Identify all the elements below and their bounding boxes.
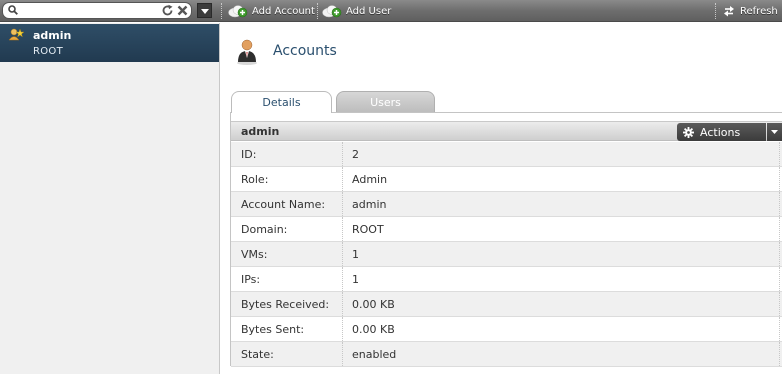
sidebar-item-admin[interactable]: admin ROOT — [0, 24, 219, 62]
column-divider — [779, 292, 780, 316]
column-divider — [779, 142, 780, 166]
clear-icon[interactable] — [176, 4, 189, 17]
tab-details[interactable]: Details — [231, 91, 332, 113]
add-cloud-icon — [322, 5, 342, 18]
detail-row-ips: IPs: 1 — [231, 267, 782, 292]
sidebar: admin ROOT — [0, 23, 220, 374]
detail-label: ID: — [241, 148, 257, 161]
add-account-label: Add Account — [252, 5, 315, 17]
detail-row-state: State: enabled — [231, 342, 782, 367]
add-cloud-icon — [228, 5, 248, 18]
gear-icon — [683, 126, 694, 138]
detail-row-vms: VMs: 1 — [231, 242, 782, 267]
column-divider — [342, 292, 343, 316]
detail-row-id: ID: 2 — [231, 142, 782, 167]
detail-row-bytes-sent: Bytes Sent: 0.00 KB — [231, 317, 782, 342]
actions-label: Actions — [700, 125, 741, 139]
detail-row-role: Role: Admin — [231, 167, 782, 192]
column-divider — [779, 267, 780, 291]
add-account-button[interactable]: Add Account — [228, 0, 315, 22]
refresh-icon — [724, 6, 734, 17]
detail-value: ROOT — [352, 223, 384, 236]
details-panel: admin Actions ID: 2 Role: Admin Account … — [230, 112, 782, 367]
column-divider — [342, 217, 343, 241]
add-user-label: Add User — [346, 5, 392, 17]
details-list: ID: 2 Role: Admin Account Name: admin Do… — [231, 142, 782, 367]
detail-label: Bytes Sent: — [241, 323, 305, 336]
refresh-label: Refresh — [740, 5, 778, 17]
detail-value: admin — [352, 198, 387, 211]
detail-label: State: — [241, 348, 274, 361]
tab-users[interactable]: Users — [336, 91, 435, 113]
toolbar-divider — [221, 3, 222, 19]
detail-label: Domain: — [241, 223, 288, 236]
search-filter-dropdown[interactable] — [197, 3, 212, 18]
detail-value: 1 — [352, 248, 359, 261]
top-toolbar: Add Account Add User Refresh — [0, 0, 782, 22]
column-divider — [342, 242, 343, 266]
account-person-icon — [237, 39, 257, 65]
column-divider — [779, 217, 780, 241]
detail-label: IPs: — [241, 273, 261, 286]
detail-value: 2 — [352, 148, 359, 161]
main-content: Accounts Details Users admin Actions ID:… — [221, 23, 782, 374]
reload-icon[interactable] — [161, 4, 174, 17]
sidebar-item-name: admin — [33, 29, 72, 42]
detail-value: enabled — [352, 348, 397, 361]
column-divider — [779, 317, 780, 341]
actions-dropdown-button[interactable] — [767, 123, 782, 141]
detail-value: Admin — [352, 173, 388, 186]
detail-label: VMs: — [241, 248, 268, 261]
chevron-down-icon — [771, 130, 778, 134]
toolbar-divider — [317, 3, 318, 19]
column-divider — [342, 342, 343, 366]
panel-title: admin — [241, 125, 280, 138]
toolbar-divider — [715, 3, 716, 19]
detail-value: 1 — [352, 273, 359, 286]
panel-header: admin Actions — [231, 121, 782, 141]
column-divider — [779, 242, 780, 266]
detail-value: 0.00 KB — [352, 298, 395, 311]
search-input[interactable] — [21, 4, 156, 17]
detail-label: Role: — [241, 173, 269, 186]
detail-row-domain: Domain: ROOT — [231, 217, 782, 242]
column-divider — [779, 167, 780, 191]
detail-label: Bytes Received: — [241, 298, 330, 311]
detail-row-bytes-received: Bytes Received: 0.00 KB — [231, 292, 782, 317]
chevron-down-icon — [201, 9, 209, 14]
detail-label: Account Name: — [241, 198, 326, 211]
detail-value: 0.00 KB — [352, 323, 395, 336]
user-icon — [8, 28, 24, 41]
column-divider — [342, 267, 343, 291]
column-divider — [779, 192, 780, 216]
column-divider — [342, 142, 343, 166]
page-title: Accounts — [273, 43, 337, 59]
column-divider — [342, 192, 343, 216]
add-user-button[interactable]: Add User — [322, 0, 391, 22]
detail-row-account-name: Account Name: admin — [231, 192, 782, 217]
search-box — [2, 2, 192, 19]
actions-button[interactable]: Actions — [677, 123, 766, 141]
column-divider — [779, 342, 780, 366]
column-divider — [342, 317, 343, 341]
column-divider — [342, 167, 343, 191]
search-icon — [8, 5, 18, 15]
refresh-button[interactable]: Refresh — [722, 0, 778, 22]
sidebar-item-domain: ROOT — [33, 46, 63, 57]
